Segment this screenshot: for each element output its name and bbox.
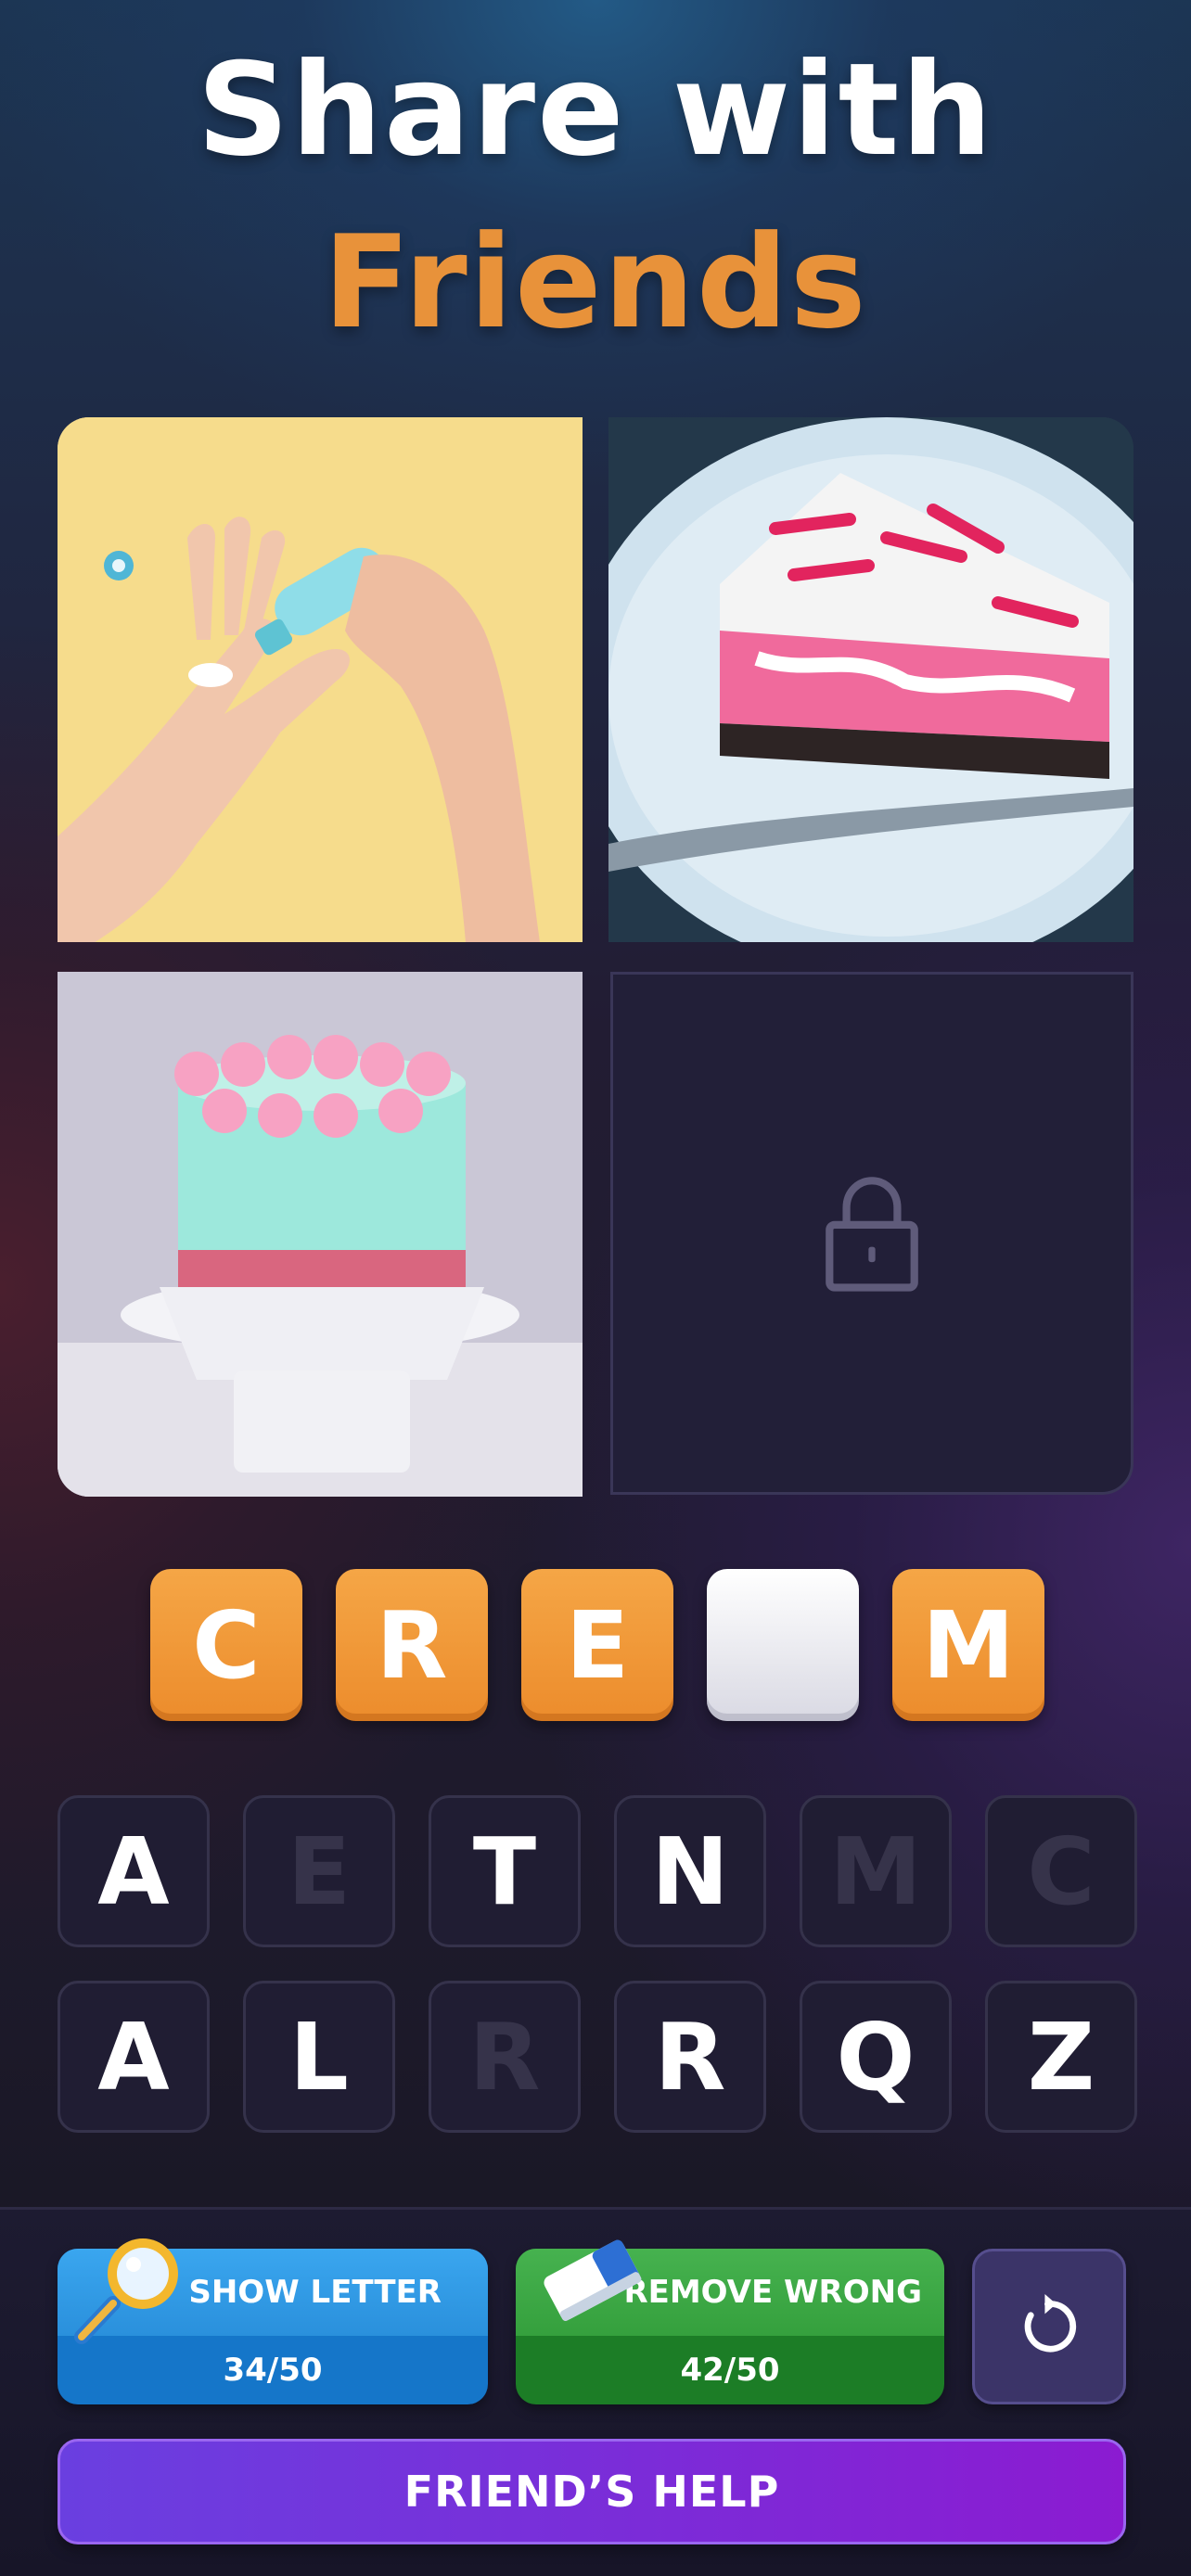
refresh-button[interactable]	[972, 2249, 1126, 2404]
show-letter-label: SHOW LETTER	[188, 2274, 442, 2311]
remove-wrong-count: 42/50	[680, 2352, 780, 2389]
letter-key[interactable]: T	[429, 1795, 581, 1947]
cake-slice-picture	[608, 417, 1133, 942]
letter-key[interactable]: L	[243, 1981, 395, 2133]
answer-slot-4[interactable]	[707, 1569, 859, 1721]
lock-icon	[826, 1177, 918, 1292]
image-hand-cream[interactable]	[58, 417, 583, 942]
letter-key[interactable]: R	[614, 1981, 766, 2133]
letter-row-2: A L R R Q Z	[58, 1981, 1137, 2133]
hand-cream-picture	[58, 417, 583, 942]
title-line-1: Share with	[197, 35, 994, 185]
answer-row: C R E M	[150, 1569, 1044, 1721]
letter-key[interactable]: Z	[985, 1981, 1137, 2133]
image-cake[interactable]	[58, 972, 583, 1497]
letter-key[interactable]: N	[614, 1795, 766, 1947]
letter-key[interactable]: A	[58, 1981, 210, 2133]
answer-slot-5[interactable]: M	[892, 1569, 1044, 1721]
letter-key-used: E	[243, 1795, 395, 1947]
image-locked[interactable]	[610, 972, 1133, 1495]
magnifier-icon	[74, 2238, 178, 2344]
cake-picture	[58, 972, 583, 1497]
letter-key-used: C	[985, 1795, 1137, 1947]
title-line-2: Friends	[323, 208, 868, 357]
letter-key-used: M	[800, 1795, 952, 1947]
letter-row-1: A E T N M C	[58, 1795, 1137, 1947]
refresh-icon	[1024, 2294, 1077, 2353]
friends-help-label: FRIEND’S HELP	[403, 2467, 780, 2517]
image-cake-slice[interactable]	[608, 417, 1133, 942]
answer-slot-3[interactable]: E	[521, 1569, 673, 1721]
letter-key-used: R	[429, 1981, 581, 2133]
eraser-icon	[544, 2239, 642, 2322]
friends-help-button[interactable]: FRIEND’S HELP	[58, 2439, 1126, 2544]
show-letter-count: 34/50	[223, 2352, 323, 2389]
letter-key[interactable]: Q	[800, 1981, 952, 2133]
remove-wrong-label: REMOVE WRONG	[623, 2274, 922, 2311]
answer-slot-2[interactable]: R	[336, 1569, 488, 1721]
letter-key[interactable]: A	[58, 1795, 210, 1947]
answer-slot-1[interactable]: C	[150, 1569, 302, 1721]
